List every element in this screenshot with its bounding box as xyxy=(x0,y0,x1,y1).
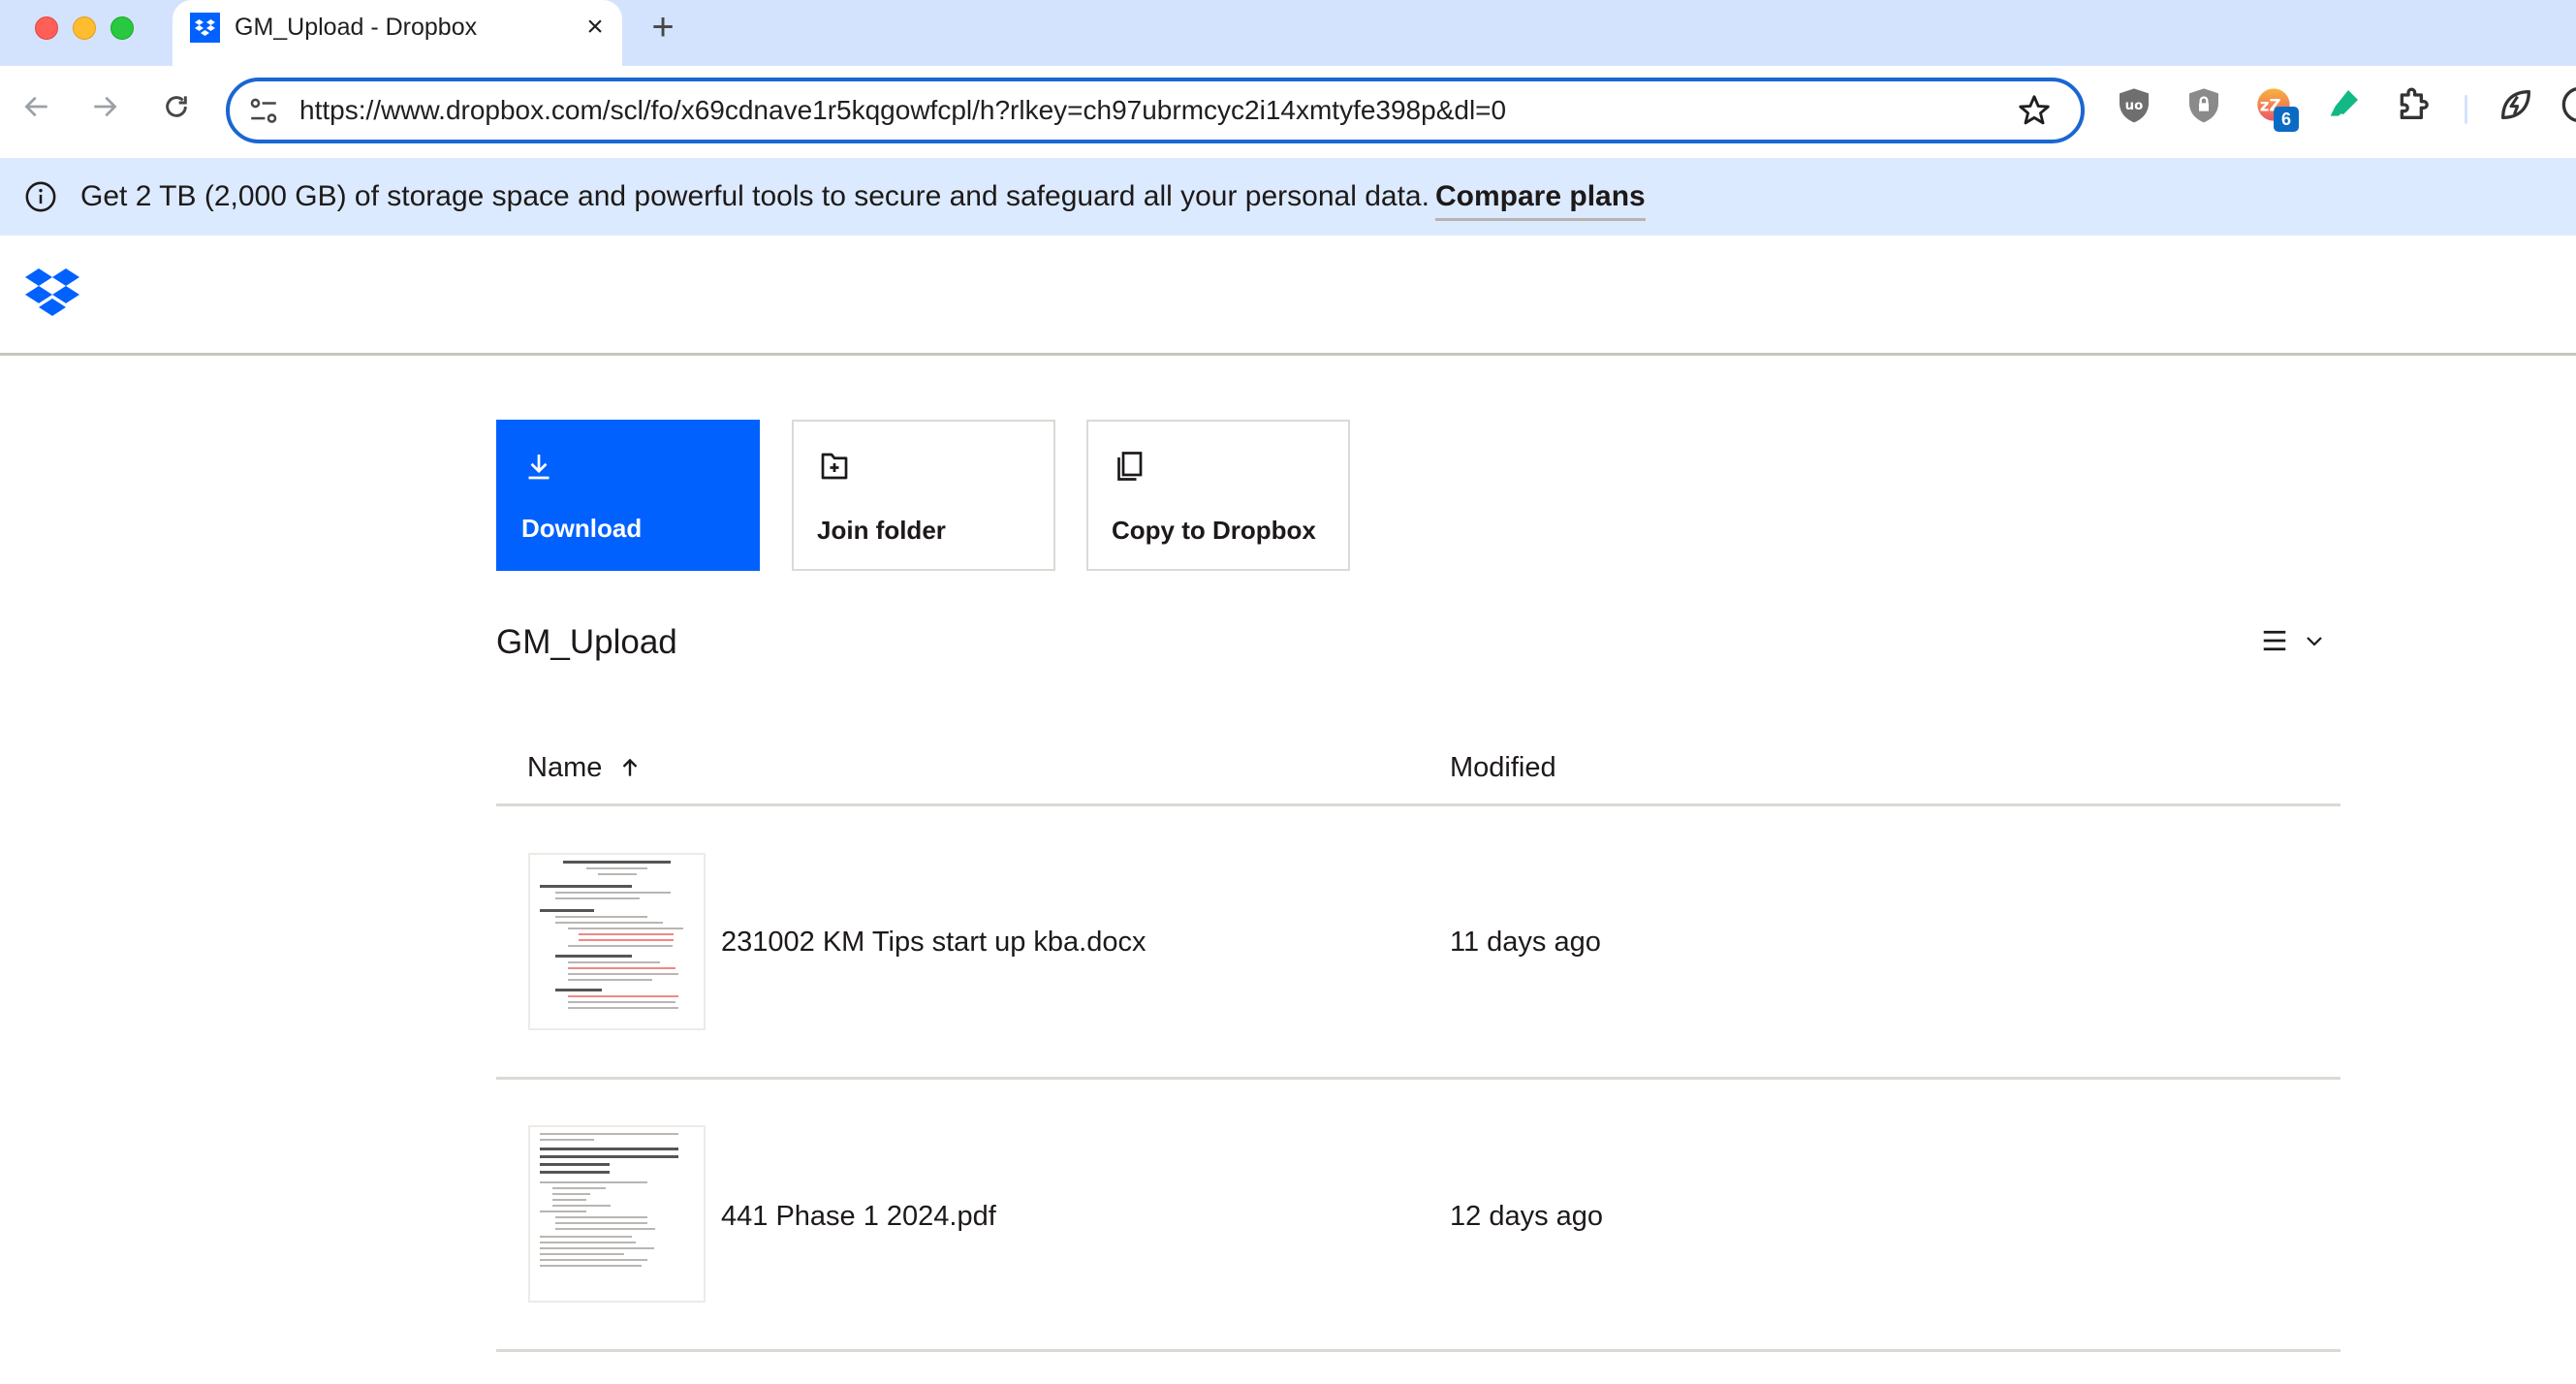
forward-button[interactable] xyxy=(85,87,124,126)
join-folder-label: Join folder xyxy=(817,516,946,545)
extension-badge-count: 6 xyxy=(2274,107,2299,132)
url-text[interactable]: https://www.dropbox.com/scl/fo/x69cdnave… xyxy=(299,94,1506,127)
view-toggle-button[interactable] xyxy=(2260,623,2338,658)
download-icon xyxy=(528,455,550,480)
info-icon xyxy=(25,181,56,212)
chevron-down-icon xyxy=(2307,637,2322,646)
copy-icon xyxy=(1117,452,1143,481)
folder-add-icon xyxy=(821,453,848,480)
browser-tab-active[interactable]: GM_Upload - Dropbox × xyxy=(173,0,622,66)
arrow-right-icon xyxy=(94,96,117,117)
new-tab-button[interactable]: + xyxy=(645,8,680,47)
toolbar-separator xyxy=(2465,95,2467,124)
file-row[interactable]: 231002 KM Tips start up kba.docx 11 days… xyxy=(496,806,2340,1078)
shield-lock-icon[interactable] xyxy=(2183,83,2225,126)
upgrade-banner: Get 2 TB (2,000 GB) of storage space and… xyxy=(0,158,2576,236)
tab-close-icon[interactable]: × xyxy=(580,12,611,43)
column-modified-label: Modified xyxy=(1450,752,1556,783)
svg-text:uo: uo xyxy=(2125,99,2144,113)
column-name-label: Name xyxy=(527,752,603,783)
dropbox-favicon-icon xyxy=(190,13,220,43)
reload-button[interactable] xyxy=(157,87,196,126)
browser-tab-strip: GM_Upload - Dropbox × + xyxy=(0,0,2576,66)
list-view-icon xyxy=(2263,630,2286,651)
file-name-link[interactable]: 441 Phase 1 2024.pdf xyxy=(721,1200,996,1233)
window-maximize-button[interactable] xyxy=(110,16,134,40)
puzzle-extensions-icon[interactable] xyxy=(2392,83,2435,126)
pdf-thumbnail xyxy=(528,1125,706,1303)
banner-message: Get 2 TB (2,000 GB) of storage space and… xyxy=(80,180,1429,212)
file-name-link[interactable]: 231002 KM Tips start up kba.docx xyxy=(721,926,1146,959)
window-close-button[interactable] xyxy=(35,16,58,40)
file-modified: 11 days ago xyxy=(1450,927,1601,958)
docx-thumbnail xyxy=(528,853,706,1030)
window-minimize-button[interactable] xyxy=(73,16,96,40)
compare-plans-link[interactable]: Compare plans xyxy=(1435,179,1646,221)
file-row[interactable]: 441 Phase 1 2024.pdf 12 days ago xyxy=(496,1080,2340,1351)
join-folder-button[interactable]: Join folder xyxy=(792,420,1055,571)
tab-title: GM_Upload - Dropbox xyxy=(235,14,478,41)
row-divider xyxy=(496,1349,2340,1352)
browser-toolbar: https://www.dropbox.com/scl/fo/x69cdnave… xyxy=(0,66,2576,158)
dropbox-logo[interactable] xyxy=(25,268,79,317)
folder-title: GM_Upload xyxy=(496,623,677,661)
file-modified: 12 days ago xyxy=(1450,1201,1604,1232)
arrow-left-icon xyxy=(24,96,47,117)
profile-avatar-icon[interactable] xyxy=(2559,83,2576,126)
address-bar[interactable]: https://www.dropbox.com/scl/fo/x69cdnave… xyxy=(226,78,2085,143)
column-header-modified[interactable]: Modified xyxy=(1450,751,1556,784)
leaf-bolt-icon[interactable] xyxy=(2495,83,2537,126)
bookmark-star-icon[interactable] xyxy=(2017,93,2052,128)
site-header xyxy=(0,236,2576,356)
copy-to-dropbox-button[interactable]: Copy to Dropbox xyxy=(1086,420,1350,571)
back-button[interactable] xyxy=(17,87,56,126)
download-button[interactable]: Download xyxy=(496,420,760,571)
ublock-origin-icon[interactable]: uo xyxy=(2113,83,2155,126)
column-header-name[interactable]: Name xyxy=(527,751,643,784)
highlighter-icon[interactable] xyxy=(2322,83,2365,126)
sort-ascending-arrow-icon xyxy=(623,758,638,776)
site-info-tune-icon[interactable] xyxy=(247,95,280,128)
reload-icon xyxy=(166,96,187,117)
download-label: Download xyxy=(521,514,643,543)
copy-to-dropbox-label: Copy to Dropbox xyxy=(1112,516,1316,545)
snooze-tabs-icon[interactable]: zZ 6 xyxy=(2252,83,2299,132)
